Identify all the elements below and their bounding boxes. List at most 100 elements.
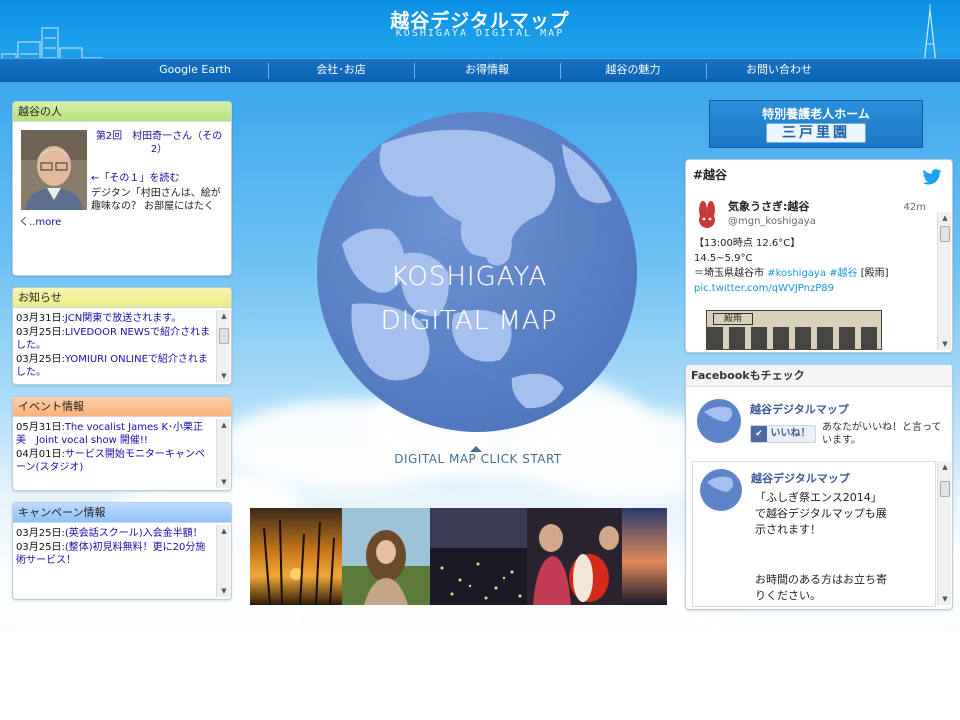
globe-title-line2: DIGITAL MAP [380,306,558,336]
events-panel-title: イベント情報 [13,397,231,417]
post-author-avatar[interactable] [699,468,743,512]
scroll-up-icon[interactable]: ▲ [938,212,952,224]
post-text-2: お時間のある方はお立ち寄りください。 [755,573,887,602]
scroll-thumb[interactable] [219,328,229,344]
list-item[interactable]: 03月25日:(英会話スクール)入会金半額！ [16,527,213,540]
scroll-up-icon[interactable]: ▲ [938,461,952,473]
tweet-user-name[interactable]: 気象うさぎ:越谷 [728,198,809,214]
person-panel: 越谷の人 第2回 村田奇一さん（その2） ←「その１」を読む デジタン「村田さん… [12,101,232,276]
person-photo[interactable] [21,130,87,210]
twitter-hashtag[interactable]: #越谷 [686,160,952,190]
list-item[interactable]: 03月25日:(整体)初見料無料！更に20分施術サービス！ [16,541,213,567]
main-nav: Google Earth 会社･お店 お得情報 越谷の魅力 お問い合わせ [0,58,960,82]
news-panel: お知らせ 03月31日:JCN関東で放送されます。 03月25日:LIVEDOO… [12,287,232,385]
person-panel-title: 越谷の人 [13,102,231,122]
scroll-down-icon[interactable]: ▼ [217,585,231,597]
events-list: 05月31日:The vocalist James K･小栗正美 Joint v… [16,421,213,488]
scroll-up-icon[interactable]: ▲ [217,525,231,537]
facebook-page-name[interactable]: 越谷デジタルマップ [750,401,849,417]
tweet-tag-koshigaya[interactable]: #koshigaya [767,268,826,279]
facebook-title: Facebookもチェック [686,365,952,387]
facebook-widget: Facebookもチェック 越谷デジタルマップ ✔ いいね！ あなたがいいね！と… [685,364,953,610]
tweet-line-1: 【13:00時点 12.6°C】 [694,238,801,249]
banner-line1: 特別養護老人ホーム [762,107,870,121]
campaign-panel: キャンペーン情報 03月25日:(英会話スクール)入会金半額！ 03月25日:(… [12,502,232,600]
news-date: 03月25日: [16,327,65,338]
list-item[interactable]: 03月25日:LIVEDOOR NEWSで紹介されました。 [16,326,213,352]
site-subtitle: KOSHIGAYA DIGITAL MAP [395,28,565,39]
nursing-home-banner[interactable]: 特別養護老人ホーム 三戸里園 [709,100,923,148]
photo-night-city[interactable] [430,508,527,605]
news-list: 03月31日:JCN関東で放送されます。 03月25日:LIVEDOOR NEW… [16,312,213,382]
photo-sunset[interactable] [250,508,342,605]
campaign-list: 03月25日:(英会話スクール)入会金半額！ 03月25日:(整体)初見料無料！… [16,527,213,597]
event-date: 05月31日: [16,422,65,433]
person-body-tail: く [19,217,29,228]
tweet-tag-jp[interactable]: #越谷 [829,268,857,279]
tweet-time[interactable]: 42m [904,202,926,213]
facebook-scrollbar[interactable]: ▲ ▼ [937,461,951,605]
news-date: 03月31日: [16,313,65,324]
news-link[interactable]: JCN関東で放送されます。 [65,313,181,324]
scroll-down-icon[interactable]: ▼ [217,370,231,382]
tweet-image-link[interactable]: pic.twitter.com/qWVJPnzP89 [694,281,930,296]
nav-attractions[interactable]: 越谷の魅力 [560,59,706,83]
events-panel: イベント情報 05月31日:The vocalist James K･小栗正美 … [12,396,232,491]
photo-girl-field[interactable] [342,508,430,605]
site-header: 越谷デジタルマップ KOSHIGAYA DIGITAL MAP Google E… [0,0,960,82]
facebook-like-status: あなたがいいね！と言っています。 [822,422,942,446]
page: 越谷デジタルマップ KOSHIGAYA DIGITAL MAP Google E… [0,0,960,720]
tweet-image-preview[interactable]: 殿雨 [706,310,882,350]
person-more-label[interactable]: ..more [29,217,61,228]
facebook-like-button-label: いいね！ [770,428,811,439]
list-item[interactable]: 03月31日:JCN関東で放送されます。 [16,312,213,325]
facebook-feed: 越谷デジタルマップ 「ふしぎ祭エンス2014」で越谷デジタルマップも展示されます… [692,461,936,607]
tweet-line-3: ＝埼玉県越谷市 #koshigaya #越谷 [殿雨] [694,266,930,281]
campaign-panel-title: キャンペーン情報 [13,503,231,523]
person-body-text: デジタン「村田さんは、絵が趣味なの？ お部屋にはたく [91,188,221,212]
list-item[interactable]: 03月25日:YOMIURI ONLINEで紹介されました。 [16,353,213,379]
scroll-up-icon[interactable]: ▲ [217,310,231,322]
nav-contact[interactable]: お問い合わせ [706,59,852,83]
facebook-like-button[interactable]: ✔ いいね！ [750,425,816,443]
tweet-avatar[interactable] [693,200,721,230]
campaign-link[interactable]: (英会話スクール)入会金半額！ [65,528,203,539]
tweet-line-3-prefix: ＝埼玉県越谷市 [694,268,768,279]
scroll-thumb[interactable] [940,226,950,242]
tweet-line-2: 14.5~5.9°C [694,253,753,264]
events-scrollbar[interactable]: ▲ ▼ [216,419,230,488]
photo-sunset-lake[interactable] [622,508,667,605]
person-prev-link[interactable]: ←「その１」を読む [91,172,227,185]
news-scrollbar[interactable]: ▲ ▼ [216,310,230,382]
nav-shops[interactable]: 会社･お店 [268,59,414,83]
tweet-user-handle[interactable]: @mgn_koshigaya [728,216,816,227]
scroll-up-icon[interactable]: ▲ [217,419,231,431]
nav-google-earth[interactable]: Google Earth [122,59,268,83]
twitter-widget: #越谷 気象うさぎ:越谷 @mgn_koshigaya 42m 【13:00時点… [685,159,953,353]
globe-title-line1: KOSHIGAYA [390,262,548,292]
click-start-link[interactable]: DIGITAL MAP CLICK START [370,452,586,466]
list-item[interactable]: 04月01日:サービス開始モニターキャンペーン(スタジオ) [16,448,213,474]
person-headline-link[interactable]: 第2回 村田奇一さん（その2） [91,130,227,156]
facebook-page-avatar[interactable] [696,398,742,444]
tweet-body: 【13:00時点 12.6°C】 14.5~5.9°C ＝埼玉県越谷市 #kos… [694,236,930,296]
tweet-line-3-suffix: [殿雨] [857,268,889,279]
twitter-scrollbar[interactable]: ▲ ▼ [937,212,951,350]
check-icon: ✔ [751,426,767,442]
photo-drum-festival[interactable] [527,508,622,605]
post-author-name[interactable]: 越谷デジタルマップ [751,470,850,486]
scroll-down-icon[interactable]: ▼ [938,338,952,350]
nav-deals[interactable]: お得情報 [414,59,560,83]
list-item[interactable]: 05月31日:The vocalist James K･小栗正美 Joint v… [16,421,213,447]
news-panel-title: お知らせ [13,288,231,308]
scroll-thumb[interactable] [940,481,950,497]
person-more-link[interactable]: く..more [19,213,61,228]
campaign-scrollbar[interactable]: ▲ ▼ [216,525,230,597]
event-date: 04月01日: [16,449,65,460]
campaign-date: 03月25日: [16,542,65,553]
scroll-down-icon[interactable]: ▼ [217,476,231,488]
scroll-down-icon[interactable]: ▼ [938,593,952,605]
twitter-bird-icon[interactable] [922,169,942,185]
banner-line2: 三戸里園 [766,123,866,143]
campaign-date: 03月25日: [16,528,65,539]
